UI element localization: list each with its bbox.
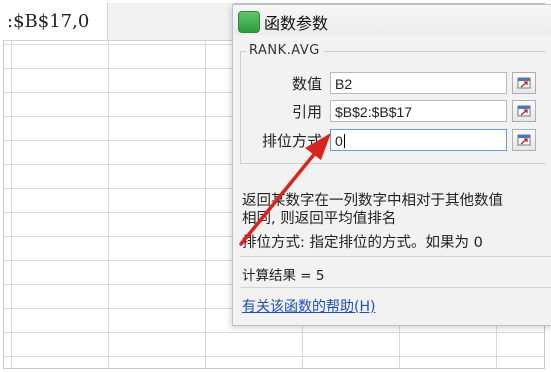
collapse-dialog-icon (517, 77, 531, 89)
formula-cell[interactable]: :$B$17,0 (3, 3, 108, 41)
order-input[interactable]: 0 (330, 129, 507, 151)
collapse-button-number[interactable] (512, 72, 536, 94)
dialog-titlebar[interactable]: 函数参数 (233, 5, 551, 35)
order-value: 0 (335, 133, 343, 149)
app-icon (238, 11, 260, 33)
ref-input[interactable]: $B$2:$B$17 (330, 100, 507, 122)
number-input[interactable]: B2 (330, 72, 507, 94)
text-caret (343, 134, 345, 148)
collapse-dialog-icon (517, 105, 531, 117)
arg-label-number: 数值 (291, 75, 322, 93)
separator (240, 287, 551, 288)
calculation-result: 计算结果 = 5 (242, 268, 325, 284)
separator (240, 256, 551, 257)
function-arguments-dialog: 函数参数 RANK.AVG 数值 B2 引用 $B$2:$B$17 排位方式 0… (232, 4, 551, 326)
dialog-title: 函数参数 (264, 14, 329, 33)
collapse-button-ref[interactable] (512, 100, 536, 122)
arg-label-order: 排位方式 (261, 132, 322, 150)
arg-label-ref: 引用 (291, 103, 322, 121)
formula-fragment: :$B$17,0 (7, 11, 90, 32)
collapse-button-order[interactable] (512, 129, 536, 151)
argument-description: 排位方式: 指定排位的方式。如果为 0 (242, 235, 483, 251)
function-description-line1: 返回某数字在一列数字中相对于其他数值 (242, 193, 503, 209)
function-description-line2: 相同, 则返回平均值排名 (242, 211, 397, 227)
help-link[interactable]: 有关该函数的帮助(H) (242, 296, 375, 316)
collapse-dialog-icon (517, 134, 531, 146)
cell-area[interactable] (108, 3, 234, 41)
function-name: RANK.AVG (246, 43, 323, 58)
